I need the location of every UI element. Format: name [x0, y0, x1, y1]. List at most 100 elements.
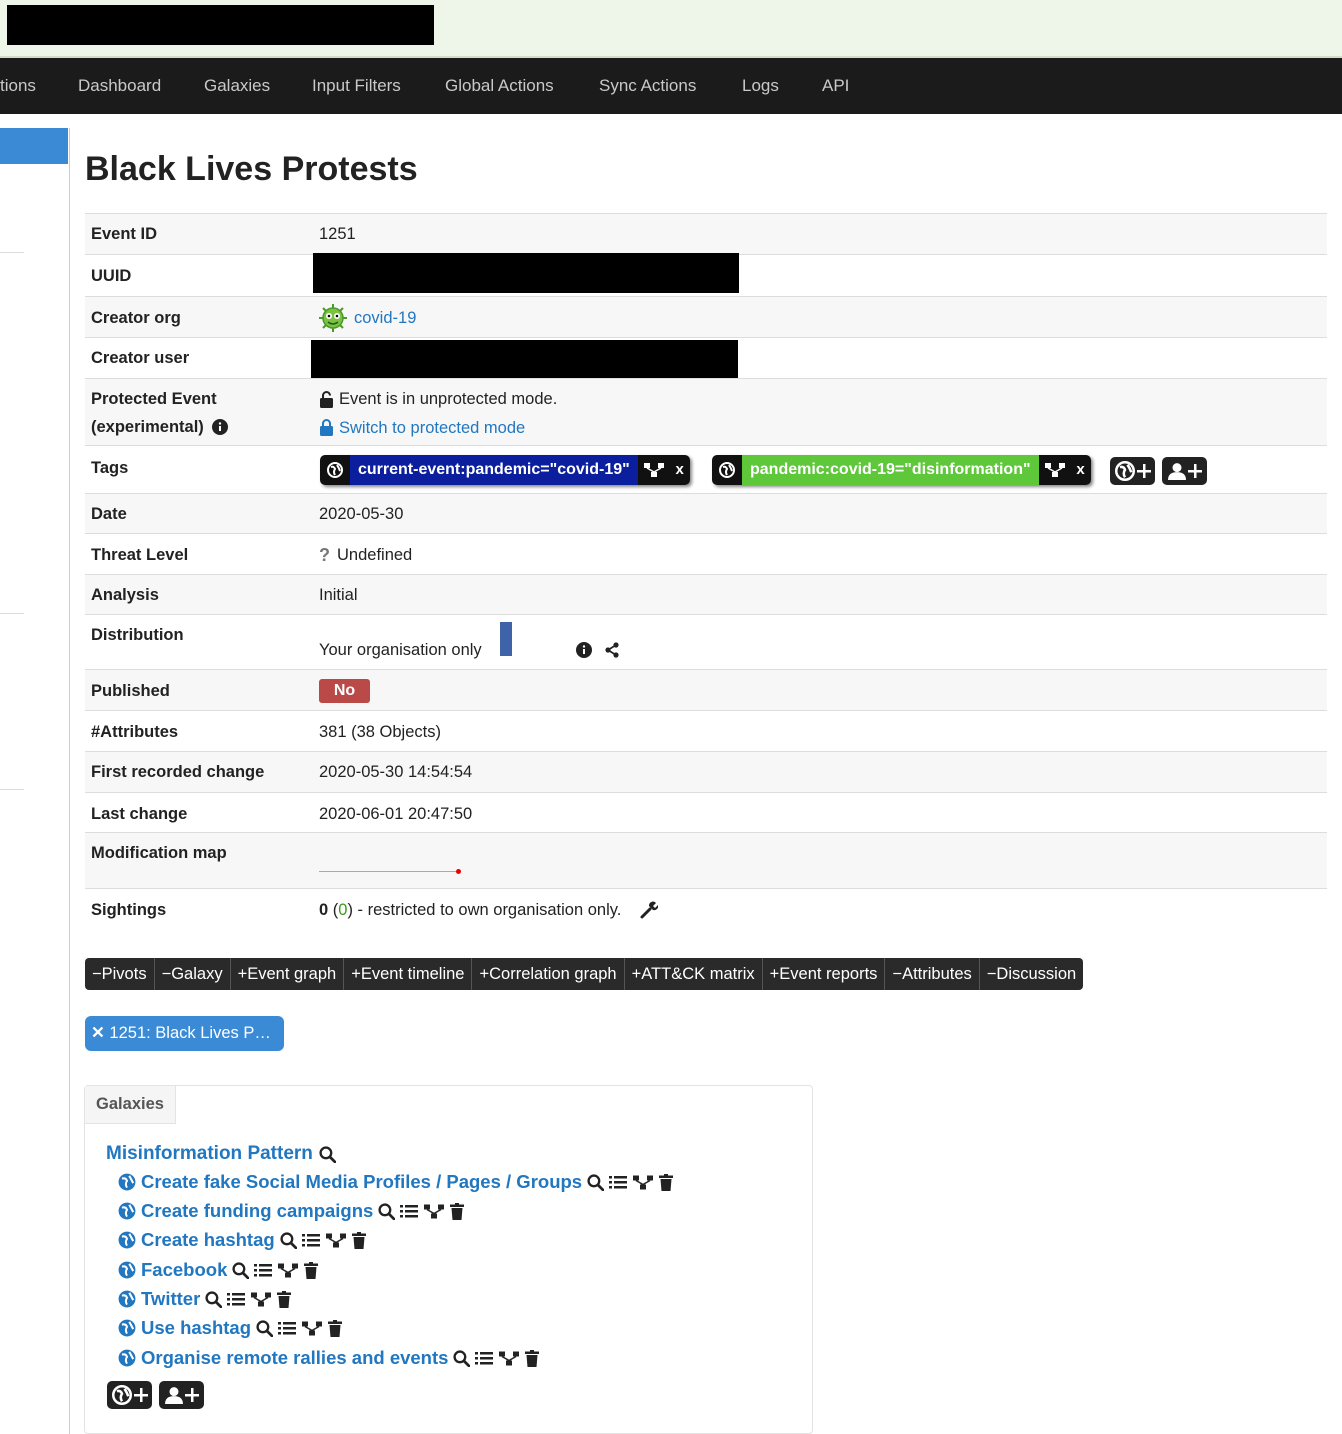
tab-discussion[interactable]: −Discussion: [980, 958, 1083, 990]
list-icon[interactable]: [278, 1320, 297, 1336]
globe-icon: [118, 1173, 136, 1191]
galaxy-item-label[interactable]: Facebook: [141, 1259, 227, 1281]
galaxy-item-label[interactable]: Create funding campaigns: [141, 1200, 373, 1222]
galaxy-cluster-title[interactable]: Misinformation Pattern: [106, 1143, 336, 1165]
galaxies-header[interactable]: Galaxies: [85, 1086, 176, 1124]
tag-current-event[interactable]: current-event:pandemic="covid-19" x: [320, 455, 690, 485]
plus-icon: [1187, 464, 1202, 478]
globe-icon: [111, 1385, 132, 1405]
trash-icon[interactable]: [525, 1349, 540, 1367]
galaxy-item[interactable]: Create funding campaigns: [118, 1200, 465, 1222]
add-local-tag-button[interactable]: [1162, 457, 1207, 485]
galaxy-item-label[interactable]: Create hashtag: [141, 1229, 275, 1251]
galaxy-item[interactable]: Twitter: [118, 1288, 292, 1310]
galaxy-item[interactable]: Create hashtag: [118, 1229, 366, 1251]
add-local-galaxy-button[interactable]: [159, 1381, 204, 1409]
galaxy-item[interactable]: Organise remote rallies and events: [118, 1347, 540, 1369]
trash-icon[interactable]: [304, 1261, 319, 1279]
nav-item-global-actions[interactable]: Global Actions: [445, 58, 554, 114]
tab-galaxy[interactable]: −Galaxy: [155, 958, 231, 990]
redacted-uuid: [313, 253, 739, 293]
network-icon[interactable]: [498, 1350, 520, 1367]
pivot-pill[interactable]: ✕ 1251: Black Lives P…: [85, 1016, 284, 1051]
add-global-tag-button[interactable]: [1110, 457, 1155, 485]
galaxy-item[interactable]: Use hashtag: [118, 1317, 343, 1339]
switch-protected-link[interactable]: Switch to protected mode: [339, 419, 525, 438]
galaxy-cluster-name[interactable]: Misinformation Pattern: [106, 1143, 313, 1165]
tag-text[interactable]: pandemic:covid-19="disinformation": [742, 455, 1039, 485]
network-icon[interactable]: [423, 1203, 445, 1220]
tab-event-graph[interactable]: +Event graph: [231, 958, 345, 990]
distribution-label: Distribution: [91, 626, 184, 644]
protected-label: Protected Event: [91, 390, 217, 408]
galaxy-item-label[interactable]: Organise remote rallies and events: [141, 1347, 448, 1369]
tab-event-reports[interactable]: +Event reports: [763, 958, 886, 990]
uuid-label: UUID: [91, 267, 132, 285]
network-icon[interactable]: [637, 455, 670, 485]
info-icon[interactable]: [212, 419, 228, 440]
list-icon[interactable]: [609, 1174, 628, 1190]
share-icon[interactable]: [604, 642, 620, 663]
tab-attributes[interactable]: −Attributes: [885, 958, 980, 990]
search-icon[interactable]: [378, 1202, 396, 1220]
galaxy-item-label[interactable]: Create fake Social Media Profiles / Page…: [141, 1171, 582, 1193]
search-icon[interactable]: [232, 1261, 250, 1279]
pivot-label[interactable]: 1251: Black Lives P…: [109, 1024, 270, 1042]
tag-remove-button[interactable]: x: [1070, 455, 1091, 485]
plus-icon: [133, 1388, 148, 1402]
galaxy-item-label[interactable]: Use hashtag: [141, 1317, 251, 1339]
tag-text[interactable]: current-event:pandemic="covid-19": [350, 455, 638, 485]
tab-correlation-graph[interactable]: +Correlation graph: [472, 958, 625, 990]
network-icon[interactable]: [1038, 455, 1071, 485]
trash-icon[interactable]: [277, 1290, 292, 1308]
galaxy-item[interactable]: Create fake Social Media Profiles / Page…: [118, 1171, 674, 1193]
network-icon[interactable]: [632, 1174, 654, 1191]
tag-pandemic[interactable]: pandemic:covid-19="disinformation" x: [712, 455, 1091, 485]
list-icon[interactable]: [254, 1262, 273, 1278]
tab-attack-matrix[interactable]: +ATT&CK matrix: [625, 958, 763, 990]
galaxy-item-label[interactable]: Twitter: [141, 1288, 200, 1310]
list-icon[interactable]: [227, 1291, 246, 1307]
nav-item-logs[interactable]: Logs: [742, 58, 779, 114]
nav-item-galaxies[interactable]: Galaxies: [204, 58, 270, 114]
tag-remove-button[interactable]: x: [669, 455, 690, 485]
trash-icon[interactable]: [328, 1319, 343, 1337]
close-icon[interactable]: ✕: [91, 1024, 105, 1042]
user-icon: [164, 1387, 183, 1404]
list-icon[interactable]: [475, 1350, 494, 1366]
search-icon[interactable]: [256, 1319, 274, 1337]
trash-icon[interactable]: [659, 1173, 674, 1191]
threat-level-value: Undefined: [337, 546, 413, 564]
nav-item-api[interactable]: API: [822, 58, 849, 114]
wrench-icon[interactable]: [640, 901, 659, 924]
sightings-value: 0 (0) - restricted to own organisation o…: [319, 901, 621, 920]
tab-event-timeline[interactable]: +Event timeline: [344, 958, 473, 990]
search-icon[interactable]: [205, 1290, 223, 1308]
network-icon[interactable]: [277, 1262, 299, 1279]
analysis-label: Analysis: [91, 586, 159, 604]
galaxy-item[interactable]: Facebook: [118, 1259, 319, 1281]
search-icon[interactable]: [280, 1231, 297, 1249]
sidebar-active-item[interactable]: [0, 128, 68, 164]
nav-item-dashboard[interactable]: Dashboard: [78, 58, 161, 114]
trash-icon[interactable]: [450, 1202, 465, 1220]
first-change-value: 2020-05-30 14:54:54: [319, 763, 473, 781]
tab-pivots[interactable]: −Pivots: [85, 958, 155, 990]
search-icon[interactable]: [453, 1349, 471, 1367]
add-global-galaxy-button[interactable]: [107, 1381, 152, 1409]
network-icon[interactable]: [325, 1232, 347, 1249]
list-icon[interactable]: [400, 1203, 419, 1219]
trash-icon[interactable]: [351, 1231, 366, 1249]
list-icon[interactable]: [301, 1232, 320, 1248]
network-icon[interactable]: [250, 1291, 272, 1308]
network-icon[interactable]: [301, 1320, 323, 1337]
creator-org-link[interactable]: covid-19: [354, 309, 416, 328]
nav-item-actions[interactable]: tions: [0, 58, 36, 114]
row-distribution: Distribution Your organisation only: [85, 614, 1327, 670]
nav-item-sync-actions[interactable]: Sync Actions: [599, 58, 696, 114]
modification-map-label: Modification map: [91, 844, 227, 862]
search-icon[interactable]: [587, 1173, 605, 1191]
info-icon[interactable]: [576, 642, 592, 663]
nav-item-input-filters[interactable]: Input Filters: [312, 58, 401, 114]
row-creator-user: Creator user: [85, 337, 1327, 380]
